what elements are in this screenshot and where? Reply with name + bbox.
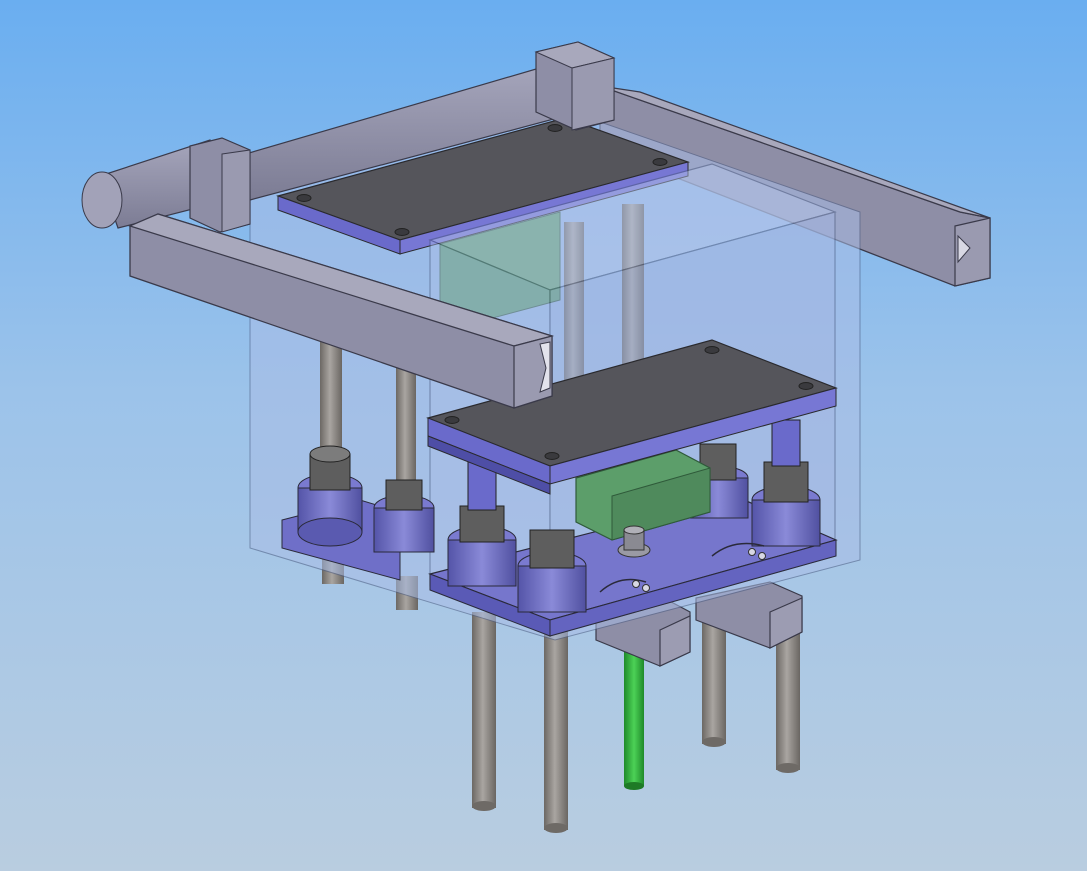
green-actuator-rod xyxy=(624,650,644,790)
cad-viewport[interactable] xyxy=(0,0,1087,871)
cad-model-render xyxy=(81,41,991,833)
